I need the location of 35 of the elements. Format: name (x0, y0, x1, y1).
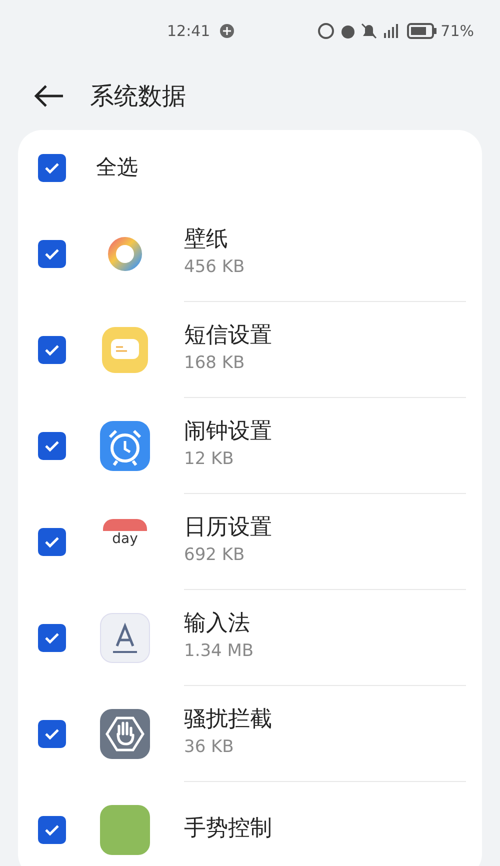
checkbox[interactable] (38, 154, 66, 182)
battery-percent: 71% (440, 20, 474, 42)
item-size: 1.34 MB (184, 640, 255, 664)
checkbox[interactable] (38, 720, 66, 748)
checkbox[interactable] (38, 624, 66, 652)
item-size: 12 KB (184, 448, 235, 472)
checkbox[interactable] (38, 432, 66, 460)
message-icon (102, 327, 148, 373)
select-all-label[interactable]: 全选 (96, 152, 138, 184)
mute-icon (360, 23, 377, 39)
item-size: 692 KB (184, 544, 246, 568)
item-title: 短信设置 (184, 322, 273, 350)
item-title: 手势控制 (184, 815, 273, 844)
status-time: 12:41 (167, 20, 210, 42)
item-title: 输入法 (184, 610, 251, 638)
back-icon[interactable] (34, 84, 64, 108)
signal-icon (382, 23, 399, 39)
battery-icon (406, 23, 437, 39)
checkbox[interactable] (38, 240, 66, 268)
gesture-icon (100, 805, 150, 855)
item-title: 骚扰拦截 (184, 706, 273, 734)
checkbox[interactable] (38, 336, 66, 364)
item-title: 日历设置 (184, 514, 273, 542)
checkbox[interactable] (38, 528, 66, 556)
item-title: 闹钟设置 (184, 418, 273, 446)
letter-icon (100, 613, 150, 663)
hand-stop-icon (100, 709, 150, 759)
item-size: 36 KB (184, 736, 235, 760)
page-title: 系统数据 (90, 82, 186, 110)
item-title: 壁纸 (184, 226, 229, 254)
item-size: 168 KB (184, 352, 246, 376)
checkbox[interactable] (38, 816, 66, 844)
ring-icon (107, 236, 143, 272)
alarm-clock-icon (100, 421, 150, 471)
item-size: 456 KB (184, 256, 246, 280)
